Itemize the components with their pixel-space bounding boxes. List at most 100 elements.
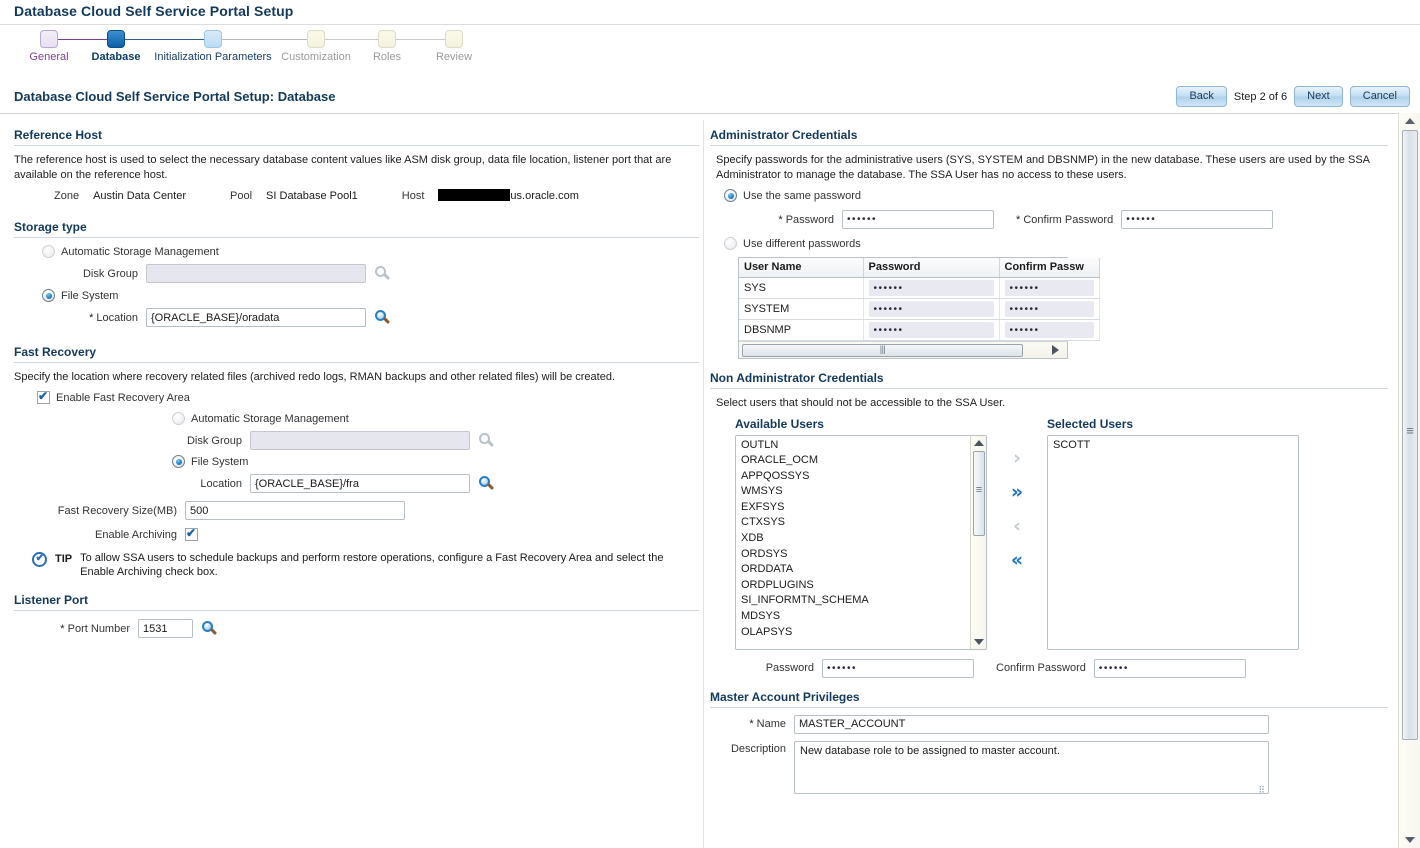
available-users-listbox[interactable]: OUTLN ORACLE_OCM APPQOSSYS WMSYS EXFSYS CTXSY… [735, 434, 987, 650]
scroll-down-arrow-icon[interactable] [974, 638, 984, 645]
port-number-input[interactable] [138, 619, 193, 638]
list-item[interactable]: ORDSYS [741, 547, 986, 563]
list-item[interactable]: ORDPLUGINS [741, 578, 986, 594]
move-left-button[interactable]: ‹ [1013, 516, 1021, 536]
cell-password-field[interactable]: •••••• [868, 279, 994, 296]
move-all-left-button[interactable]: « [1011, 550, 1023, 570]
fra-asm-label: Automatic Storage Management [191, 412, 349, 425]
storage-asm-option[interactable]: Automatic Storage Management [42, 245, 699, 258]
storage-disk-group-label: Disk Group [82, 267, 138, 280]
admin-password-input[interactable] [842, 210, 994, 229]
storage-disk-group-search-icon[interactable] [374, 265, 392, 283]
train-node-icon[interactable] [378, 30, 396, 48]
storage-location-input[interactable] [146, 308, 366, 327]
port-number-label: * Port Number [60, 622, 130, 635]
page-scroll-down-arrow-icon[interactable] [1405, 837, 1415, 843]
cancel-button[interactable]: Cancel [1349, 86, 1410, 107]
cell-confirm-password[interactable]: •••••• [999, 277, 1100, 299]
available-scrollbar-thumb[interactable] [973, 450, 985, 536]
table-horizontal-scrollbar[interactable] [739, 340, 1067, 358]
move-all-right-button[interactable]: » [1011, 482, 1023, 502]
fra-location-input[interactable] [250, 474, 470, 493]
train-node-icon[interactable] [107, 30, 125, 48]
train-node-icon[interactable] [307, 30, 325, 48]
list-item[interactable]: XDB [741, 531, 986, 547]
fra-size-input[interactable] [185, 501, 405, 520]
page-scrollbar-thumb[interactable] [1402, 130, 1418, 740]
enable-fast-recovery-row[interactable]: Enable Fast Recovery Area [37, 389, 699, 404]
cell-password-field[interactable]: •••••• [868, 321, 994, 338]
table-column-header[interactable]: User Name [739, 258, 864, 278]
cell-confirm-password[interactable]: •••••• [999, 319, 1100, 341]
scroll-right-arrow-icon[interactable] [1052, 344, 1059, 355]
cell-confirm-password-field[interactable]: •••••• [1004, 300, 1094, 317]
train-node-icon[interactable] [204, 30, 222, 48]
cell-confirm-password[interactable]: •••••• [999, 298, 1100, 320]
table-row[interactable]: SYS •••••• •••••• [739, 277, 1100, 299]
available-users-scrollbar[interactable] [970, 435, 986, 649]
table-row[interactable]: SYSTEM •••••• •••••• [739, 298, 1100, 320]
non-admin-confirm-password-input[interactable] [1093, 658, 1246, 678]
storage-location-search-icon[interactable] [374, 309, 392, 327]
fra-disk-group-search-icon[interactable] [478, 432, 496, 450]
train-connector [49, 39, 116, 40]
back-button[interactable]: Back [1176, 86, 1227, 107]
fra-disk-group-input[interactable] [250, 431, 470, 450]
master-account-description-textarea[interactable]: New database role to be assigned to mast… [794, 740, 1269, 794]
resize-grip-icon[interactable]: ⠿ [1258, 785, 1265, 794]
fra-location-search-icon[interactable] [478, 475, 496, 493]
list-item[interactable]: SCOTT [1053, 438, 1298, 454]
list-item[interactable]: MDSYS [741, 609, 986, 625]
enable-archiving-checkbox[interactable] [185, 526, 198, 541]
list-item[interactable]: OLAPSYS [741, 625, 986, 641]
train-step-initialization-parameters[interactable]: Initialization Parameters [153, 30, 273, 63]
enable-fast-recovery-checkbox[interactable] [37, 389, 50, 404]
train-node-icon[interactable] [445, 30, 463, 48]
non-admin-credentials-rule [710, 387, 1388, 389]
train-node-icon[interactable] [40, 30, 58, 48]
list-item[interactable]: ORDDATA [741, 562, 986, 578]
cell-confirm-password-field[interactable]: •••••• [1004, 279, 1094, 296]
cell-confirm-password-field[interactable]: •••••• [1004, 321, 1094, 338]
fra-filesystem-radio[interactable] [172, 455, 185, 468]
page-vertical-scrollbar[interactable] [1398, 113, 1420, 848]
different-password-radio[interactable] [724, 237, 737, 250]
scroll-up-arrow-icon[interactable] [974, 439, 984, 446]
different-password-option[interactable]: Use different passwords [724, 237, 1395, 250]
same-password-radio[interactable] [724, 189, 737, 202]
same-password-option[interactable]: Use the same password [724, 189, 1395, 202]
storage-disk-group-input[interactable] [146, 264, 366, 283]
storage-asm-radio[interactable] [42, 245, 55, 258]
table-column-header[interactable]: Confirm Passw [999, 258, 1100, 278]
scrollbar-thumb[interactable] [742, 343, 1023, 357]
cell-password-field[interactable]: •••••• [868, 300, 994, 317]
storage-filesystem-radio[interactable] [42, 289, 55, 302]
fra-asm-radio[interactable] [172, 412, 185, 425]
list-item[interactable]: WMSYS [741, 484, 986, 500]
cell-password[interactable]: •••••• [863, 319, 1000, 341]
list-item[interactable]: ORACLE_OCM [741, 453, 986, 469]
fra-location-row: Location [172, 474, 699, 493]
cell-password[interactable]: •••••• [863, 298, 1000, 320]
fra-filesystem-option[interactable]: File System [172, 455, 699, 468]
train-step-review[interactable]: Review [394, 30, 514, 63]
master-account-name-input[interactable] [794, 714, 1269, 734]
non-admin-password-input[interactable] [822, 658, 974, 678]
list-item[interactable]: OUTLN [741, 438, 986, 454]
table-row[interactable]: DBSNMP •••••• •••••• [739, 319, 1100, 341]
page-scroll-up-arrow-icon[interactable] [1405, 118, 1415, 124]
list-item[interactable]: APPQOSSYS [741, 469, 986, 485]
fra-asm-option[interactable]: Automatic Storage Management [172, 412, 699, 425]
host-value-suffix: us.oracle.com [510, 190, 579, 202]
port-number-search-icon[interactable] [201, 620, 219, 638]
move-right-button[interactable]: › [1013, 448, 1021, 468]
list-item[interactable]: EXFSYS [741, 500, 986, 516]
table-column-header[interactable]: Password [863, 258, 1000, 278]
list-item[interactable]: CTXSYS [741, 515, 986, 531]
selected-users-listbox[interactable]: SCOTT [1047, 434, 1299, 650]
list-item[interactable]: SI_INFORMTN_SCHEMA [741, 593, 986, 609]
next-button[interactable]: Next [1294, 86, 1343, 107]
storage-filesystem-option[interactable]: File System [42, 289, 699, 302]
admin-confirm-password-input[interactable] [1121, 210, 1274, 229]
cell-password[interactable]: •••••• [863, 277, 1000, 299]
